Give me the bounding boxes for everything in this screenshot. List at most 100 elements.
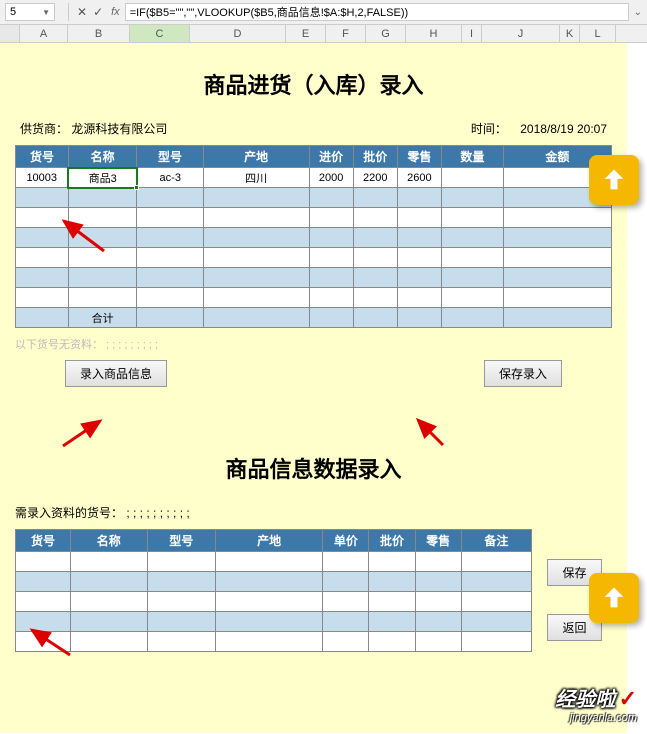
column-header[interactable]: F xyxy=(326,25,366,42)
table-cell[interactable] xyxy=(16,268,69,288)
table-cell[interactable] xyxy=(70,612,147,632)
table-cell[interactable] xyxy=(137,188,203,208)
table-cell[interactable] xyxy=(369,632,415,652)
table-cell[interactable] xyxy=(203,288,309,308)
table-cell[interactable] xyxy=(461,632,531,652)
table-cell[interactable] xyxy=(16,188,69,208)
table-row[interactable] xyxy=(16,208,612,228)
table-cell[interactable] xyxy=(309,228,353,248)
table-cell[interactable] xyxy=(461,572,531,592)
table-cell[interactable] xyxy=(309,268,353,288)
table-cell[interactable] xyxy=(309,308,353,328)
table-cell[interactable] xyxy=(369,592,415,612)
table-cell[interactable] xyxy=(16,592,71,612)
table-cell[interactable] xyxy=(461,552,531,572)
table-cell[interactable] xyxy=(441,288,503,308)
table-cell[interactable]: 四川 xyxy=(203,168,309,188)
table-cell[interactable] xyxy=(415,552,461,572)
table-cell[interactable] xyxy=(215,632,323,652)
worksheet-area[interactable]: 商品进货（入库）录入 供货商： 龙源科技有限公司 时间： 2018/8/19 2… xyxy=(0,43,627,733)
table-cell[interactable] xyxy=(16,308,69,328)
table-cell[interactable] xyxy=(147,572,215,592)
table-cell[interactable] xyxy=(203,208,309,228)
table-cell[interactable] xyxy=(323,592,369,612)
table-row[interactable] xyxy=(16,632,532,652)
table-row[interactable] xyxy=(16,188,612,208)
table-cell[interactable] xyxy=(16,632,71,652)
table-cell[interactable] xyxy=(353,228,397,248)
table-cell[interactable] xyxy=(16,228,69,248)
table-cell[interactable] xyxy=(441,188,503,208)
column-header[interactable]: I xyxy=(462,25,482,42)
table-cell[interactable] xyxy=(353,308,397,328)
table-cell[interactable] xyxy=(309,288,353,308)
name-box[interactable]: 5 ▼ xyxy=(5,3,55,21)
table-cell[interactable] xyxy=(16,208,69,228)
table-row[interactable] xyxy=(16,572,532,592)
table-cell[interactable] xyxy=(16,288,69,308)
table-cell[interactable] xyxy=(323,632,369,652)
table-cell[interactable] xyxy=(353,268,397,288)
table-cell[interactable]: 商品3 xyxy=(68,168,136,188)
table-cell[interactable] xyxy=(369,612,415,632)
table-cell[interactable] xyxy=(68,288,136,308)
enter-product-info-button[interactable]: 录入商品信息 xyxy=(65,360,167,387)
table-cell[interactable] xyxy=(203,308,309,328)
cancel-icon[interactable]: ✕ xyxy=(77,5,87,19)
table-cell[interactable] xyxy=(309,248,353,268)
formula-bar[interactable]: =IF($B5="","",VLOOKUP($B5,商品信息!$A:$H,2,F… xyxy=(125,3,629,21)
table-cell[interactable] xyxy=(353,188,397,208)
table-cell[interactable] xyxy=(16,552,71,572)
table-cell[interactable] xyxy=(503,208,611,228)
table-cell[interactable] xyxy=(415,612,461,632)
column-header[interactable]: J xyxy=(482,25,560,42)
table-cell[interactable]: 合计 xyxy=(68,308,136,328)
table-cell[interactable] xyxy=(70,552,147,572)
table-cell[interactable] xyxy=(503,288,611,308)
table-cell[interactable] xyxy=(215,612,323,632)
table-cell[interactable] xyxy=(203,248,309,268)
table-cell[interactable] xyxy=(203,268,309,288)
table-cell[interactable]: 2200 xyxy=(353,168,397,188)
table-cell[interactable] xyxy=(68,268,136,288)
table-cell[interactable] xyxy=(70,572,147,592)
table-cell[interactable] xyxy=(147,552,215,572)
table-cell[interactable] xyxy=(441,208,503,228)
table-cell[interactable] xyxy=(137,268,203,288)
confirm-icon[interactable]: ✓ xyxy=(93,5,103,19)
table-cell[interactable] xyxy=(323,612,369,632)
table-cell[interactable] xyxy=(16,248,69,268)
table-cell[interactable] xyxy=(70,632,147,652)
table-cell[interactable] xyxy=(353,248,397,268)
upload-button-1[interactable] xyxy=(589,155,639,205)
column-header[interactable]: B xyxy=(68,25,130,42)
table-row[interactable] xyxy=(16,228,612,248)
table-row[interactable] xyxy=(16,288,612,308)
table-cell[interactable] xyxy=(503,228,611,248)
table-cell[interactable] xyxy=(353,288,397,308)
table-cell[interactable] xyxy=(415,572,461,592)
upload-button-2[interactable] xyxy=(589,573,639,623)
table-cell[interactable] xyxy=(309,208,353,228)
table-row[interactable]: 10003商品3ac-3四川200022002600 xyxy=(16,168,612,188)
table-cell[interactable] xyxy=(461,612,531,632)
table-cell[interactable]: ac-3 xyxy=(137,168,203,188)
table-cell[interactable] xyxy=(137,208,203,228)
table-cell[interactable] xyxy=(323,552,369,572)
table-cell[interactable] xyxy=(68,188,136,208)
column-header[interactable]: H xyxy=(406,25,462,42)
table-cell[interactable] xyxy=(203,228,309,248)
formula-expand-icon[interactable]: ⌄ xyxy=(634,7,642,18)
select-all-corner[interactable] xyxy=(0,25,20,42)
table-cell[interactable] xyxy=(137,228,203,248)
table-cell[interactable]: 10003 xyxy=(16,168,69,188)
table-cell[interactable] xyxy=(441,168,503,188)
table-cell[interactable] xyxy=(503,248,611,268)
table-cell[interactable] xyxy=(215,592,323,612)
table-row[interactable] xyxy=(16,268,612,288)
table-cell[interactable] xyxy=(441,248,503,268)
table-cell[interactable] xyxy=(137,308,203,328)
table-row[interactable] xyxy=(16,612,532,632)
table-cell[interactable] xyxy=(415,632,461,652)
table-cell[interactable] xyxy=(369,552,415,572)
